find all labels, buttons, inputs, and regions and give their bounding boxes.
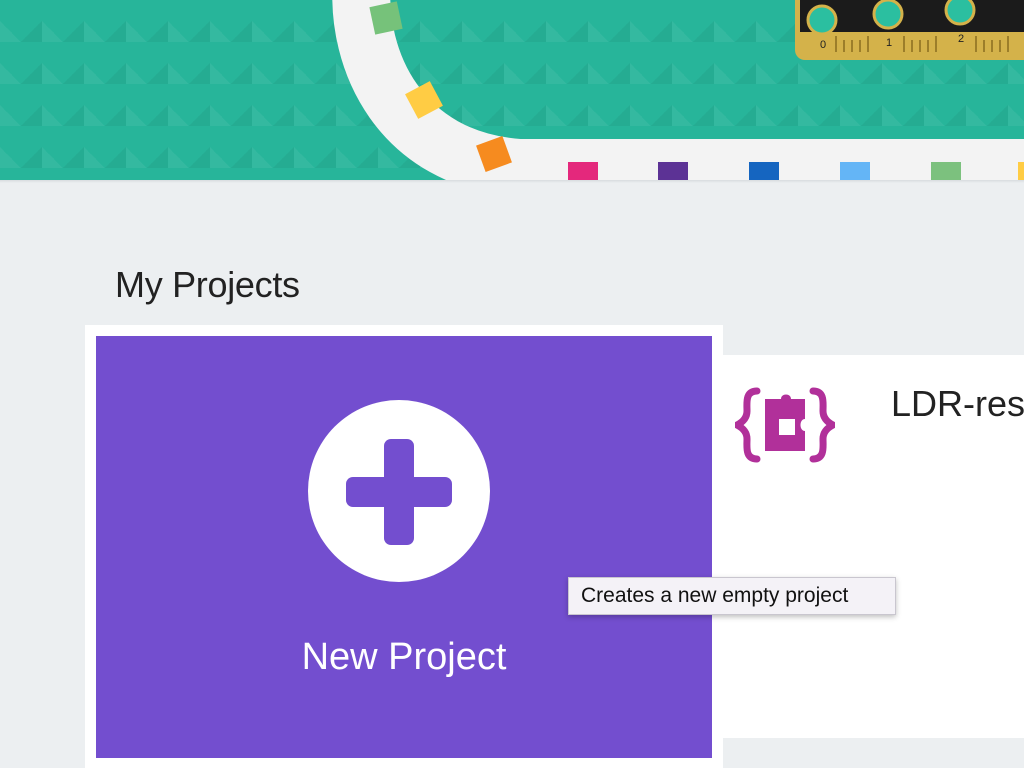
track-block	[568, 162, 598, 180]
hero-banner: 0 1 2	[0, 0, 1024, 180]
ruler-tick-label: 0	[820, 39, 826, 51]
microbit-board-icon: 0 1 2	[795, 0, 1024, 60]
plus-icon	[308, 400, 490, 582]
project-card[interactable]: LDR-res	[723, 355, 1024, 738]
hero-divider	[0, 180, 1024, 183]
track-block	[749, 162, 779, 180]
extension-puzzle-icon	[735, 387, 835, 463]
new-project-card[interactable]: New Project	[96, 336, 712, 758]
ruler-tick-label: 2	[958, 33, 964, 45]
new-project-tooltip: Creates a new empty project	[568, 577, 896, 615]
track-block	[840, 162, 870, 180]
section-title: My Projects	[115, 264, 300, 305]
track-block	[658, 162, 688, 180]
ruler-tick-label: 1	[886, 37, 892, 49]
new-project-label: New Project	[301, 636, 507, 678]
track-block	[931, 162, 961, 180]
hero-illustration: 0 1 2	[332, 0, 1024, 180]
project-name: LDR-res	[891, 383, 1024, 424]
track-block	[369, 1, 403, 35]
track-block	[1018, 162, 1024, 180]
